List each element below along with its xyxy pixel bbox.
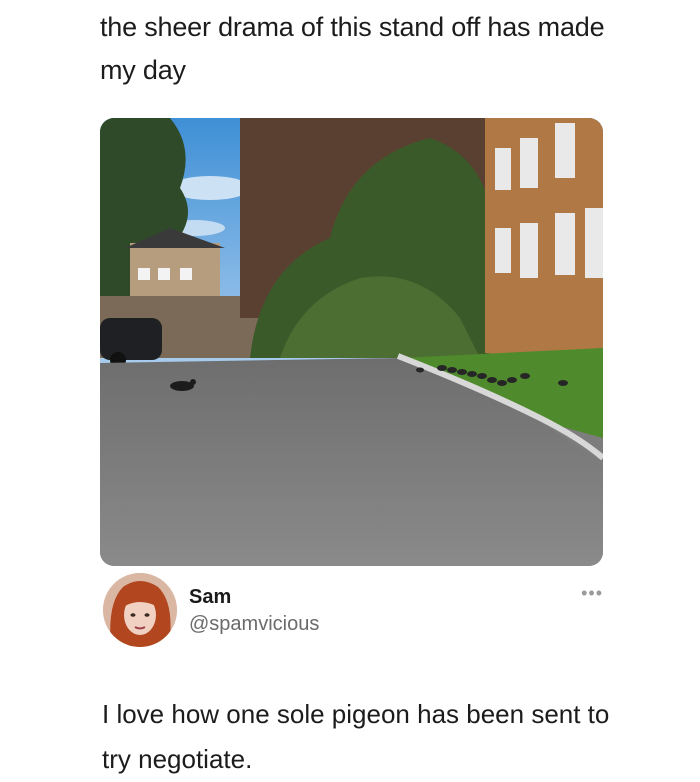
photo-scene bbox=[100, 118, 603, 566]
meme-caption: the sheer drama of this stand off has ma… bbox=[100, 12, 605, 85]
tweet-author: Sam @spamvicious ••• bbox=[103, 573, 603, 649]
tweet-text: I love how one sole pigeon has been sent… bbox=[102, 699, 610, 774]
avatar-portrait bbox=[103, 573, 177, 647]
author-handle[interactable]: @spamvicious bbox=[189, 613, 319, 636]
more-options-button[interactable]: ••• bbox=[581, 583, 603, 604]
author-name[interactable]: Sam bbox=[189, 586, 231, 609]
tweet-photo[interactable] bbox=[100, 118, 603, 566]
avatar[interactable] bbox=[103, 573, 177, 647]
